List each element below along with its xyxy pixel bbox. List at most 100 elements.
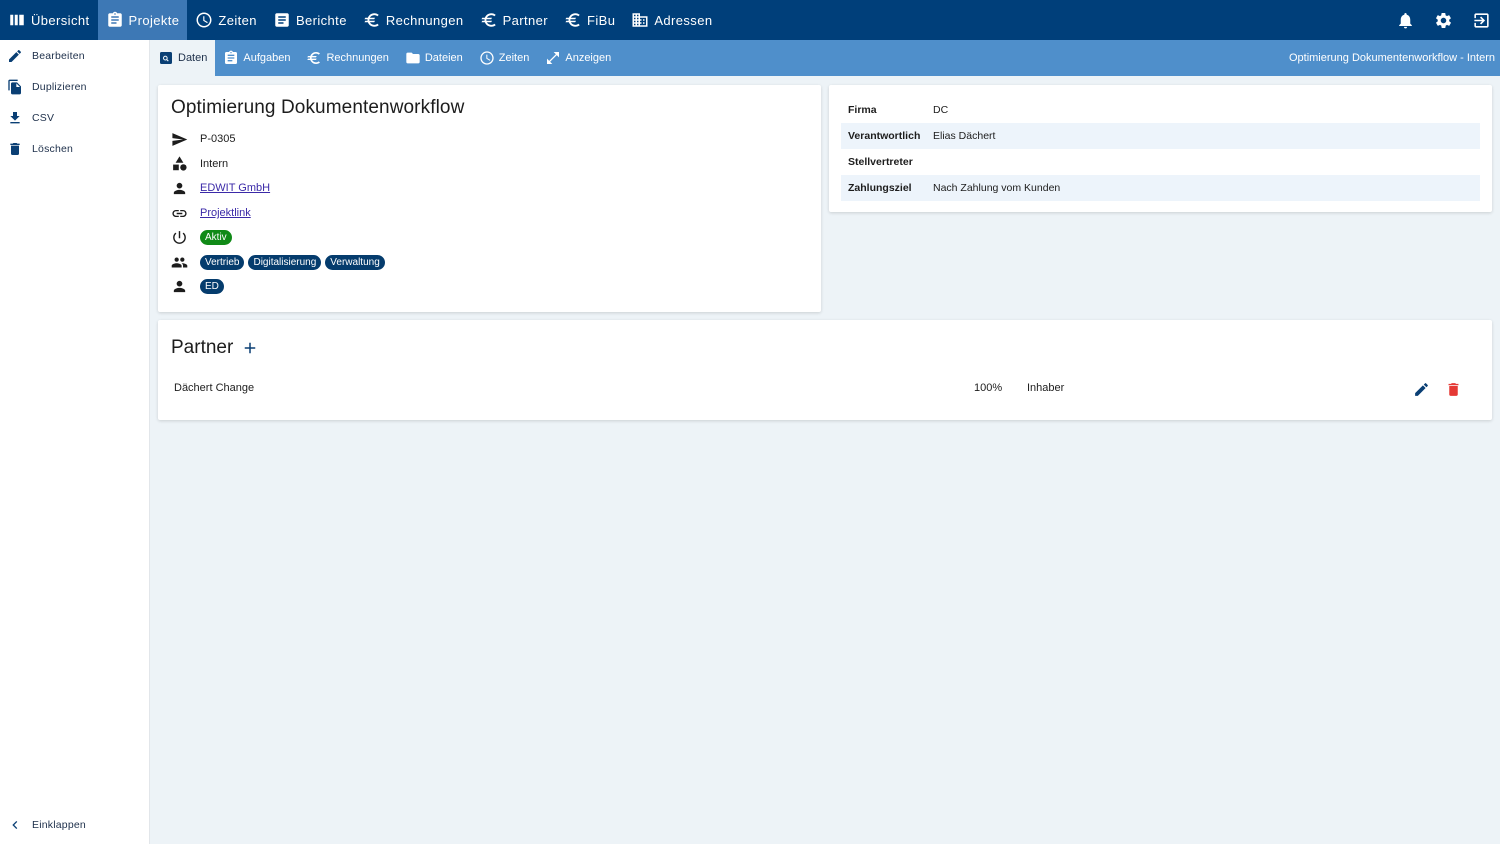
building-icon [632, 13, 648, 27]
tab-daten[interactable]: Daten [150, 40, 216, 76]
nav-item-adressen[interactable]: Adressen [623, 0, 720, 40]
member-badge: ED [200, 279, 224, 295]
settings-button[interactable] [1424, 0, 1462, 40]
sidebar-item-loeschen[interactable]: Löschen [0, 133, 149, 164]
person-icon [173, 281, 186, 293]
project-link[interactable]: Projektlink [200, 207, 251, 219]
chevron-left-icon [12, 820, 18, 829]
project-category-row: Intern [171, 152, 808, 177]
tab-label: Zeiten [498, 52, 530, 64]
partner-name: Dächert Change [174, 382, 255, 394]
page-title: Optimierung Dokumentenworkflow [171, 97, 465, 118]
columns-icon [10, 14, 24, 26]
project-status-row: Aktiv [171, 225, 808, 250]
clock-icon [196, 12, 212, 28]
bell-icon [1398, 12, 1412, 28]
nav-item-partner[interactable]: Partner [472, 0, 556, 40]
nav-item-rechnungen[interactable]: Rechnungen [355, 0, 472, 40]
copy-icon [8, 79, 21, 94]
project-member-row: ED [171, 275, 808, 300]
partner-title: Partner [171, 337, 234, 358]
clipboard-icon [107, 11, 122, 27]
euro-icon [481, 13, 496, 27]
top-navigation: Übersicht Projekte Zeiten Berichte Rechn… [0, 0, 1500, 40]
project-customer-row: EDWIT GmbH [171, 176, 808, 201]
folder-icon [406, 52, 420, 64]
detail-row-firma: Firma DC [841, 97, 1480, 123]
subnav-spacer [619, 40, 1289, 76]
tab-zeiten[interactable]: Zeiten [471, 40, 538, 76]
pencil-icon [9, 49, 21, 62]
category-icon [173, 156, 187, 171]
tab-label: Daten [178, 52, 208, 64]
search-doc-icon [160, 52, 172, 64]
delete-partner-button[interactable] [1443, 379, 1463, 399]
nav-item-label: Rechnungen [385, 12, 464, 28]
partner-card: Partner Dächert Change 100% Inhaber [158, 320, 1492, 420]
detail-value: DC [933, 104, 949, 116]
status-badge: Aktiv [200, 230, 232, 246]
edit-partner-button[interactable] [1411, 379, 1431, 399]
detail-value: Nach Zahlung vom Kunden [933, 182, 1061, 194]
nav-item-label: Zeiten [218, 12, 257, 28]
sidebar: Bearbeiten Duplizieren CSV Löschen Einkl… [0, 40, 150, 844]
euro-icon [307, 52, 321, 64]
partner-percent: 100% [974, 382, 1003, 394]
download-icon [10, 111, 20, 123]
sidebar-item-label: Bearbeiten [32, 49, 85, 62]
logout-button[interactable] [1462, 0, 1500, 40]
sidebar-item-label: CSV [32, 111, 55, 124]
sidebar-collapse-button[interactable]: Einklappen [0, 809, 150, 840]
detail-value: Elias Dächert [933, 130, 996, 142]
project-details-card: Firma DC Verantwortlich Elias Dächert St… [829, 85, 1492, 212]
trash-icon [1448, 382, 1458, 396]
tab-label: Anzeigen [565, 52, 612, 64]
sidebar-collapse-label: Einklappen [32, 818, 86, 831]
tab-dateien[interactable]: Dateien [397, 40, 471, 76]
sub-navigation: Daten Aufgaben Rechnungen Dateien Zeiten… [150, 40, 1500, 76]
expand-icon [547, 52, 560, 64]
project-number: P-0305 [200, 133, 236, 146]
department-badge: Verwaltung [325, 254, 385, 270]
euro-icon [565, 13, 580, 27]
clock-icon [480, 51, 494, 65]
nav-item-fibu[interactable]: FiBu [556, 0, 623, 40]
send-icon [172, 132, 188, 146]
tab-aufgaben[interactable]: Aufgaben [215, 40, 298, 76]
notifications-button[interactable] [1386, 0, 1424, 40]
partner-section-title: Partner [171, 337, 1479, 359]
nav-item-label: Partner [502, 12, 548, 28]
tab-label: Aufgaben [243, 52, 291, 64]
add-partner-button[interactable] [241, 339, 259, 357]
detail-key: Stellvertreter [848, 156, 913, 168]
detail-key: Zahlungsziel [848, 182, 912, 194]
group-icon [171, 257, 188, 268]
detail-row-zahlungsziel: Zahlungsziel Nach Zahlung vom Kunden [841, 175, 1480, 201]
trash-icon [10, 142, 20, 155]
table-row: Dächert Change 100% Inhaber [171, 378, 1479, 400]
nav-item-label: Übersicht [31, 12, 90, 28]
project-info-card: Optimierung Dokumentenworkflow P-0305 In… [158, 85, 821, 312]
department-badge: Digitalisierung [248, 254, 322, 270]
nav-item-zeiten[interactable]: Zeiten [187, 0, 265, 40]
nav-item-projekte[interactable]: Projekte [97, 0, 188, 40]
sidebar-item-bearbeiten[interactable]: Bearbeiten [0, 40, 149, 71]
detail-row-stellvertreter: Stellvertreter [841, 149, 1480, 175]
tab-label: Dateien [424, 52, 463, 64]
link-icon [172, 209, 187, 217]
nav-item-berichte[interactable]: Berichte [265, 0, 355, 40]
nav-item-label: FiBu [587, 12, 616, 28]
tab-rechnungen[interactable]: Rechnungen [298, 40, 396, 76]
logout-icon [1473, 12, 1489, 28]
euro-icon [364, 13, 379, 27]
nav-item-label: Adressen [654, 12, 713, 28]
gear-icon [1435, 12, 1451, 28]
customer-link[interactable]: EDWIT GmbH [200, 182, 270, 194]
sidebar-item-csv[interactable]: CSV [0, 102, 149, 133]
department-badge: Vertrieb [200, 254, 245, 270]
pencil-icon [1414, 382, 1428, 396]
tab-anzeigen[interactable]: Anzeigen [537, 40, 619, 76]
nav-item-uebersicht[interactable]: Übersicht [0, 0, 98, 40]
sidebar-item-duplizieren[interactable]: Duplizieren [0, 71, 149, 102]
